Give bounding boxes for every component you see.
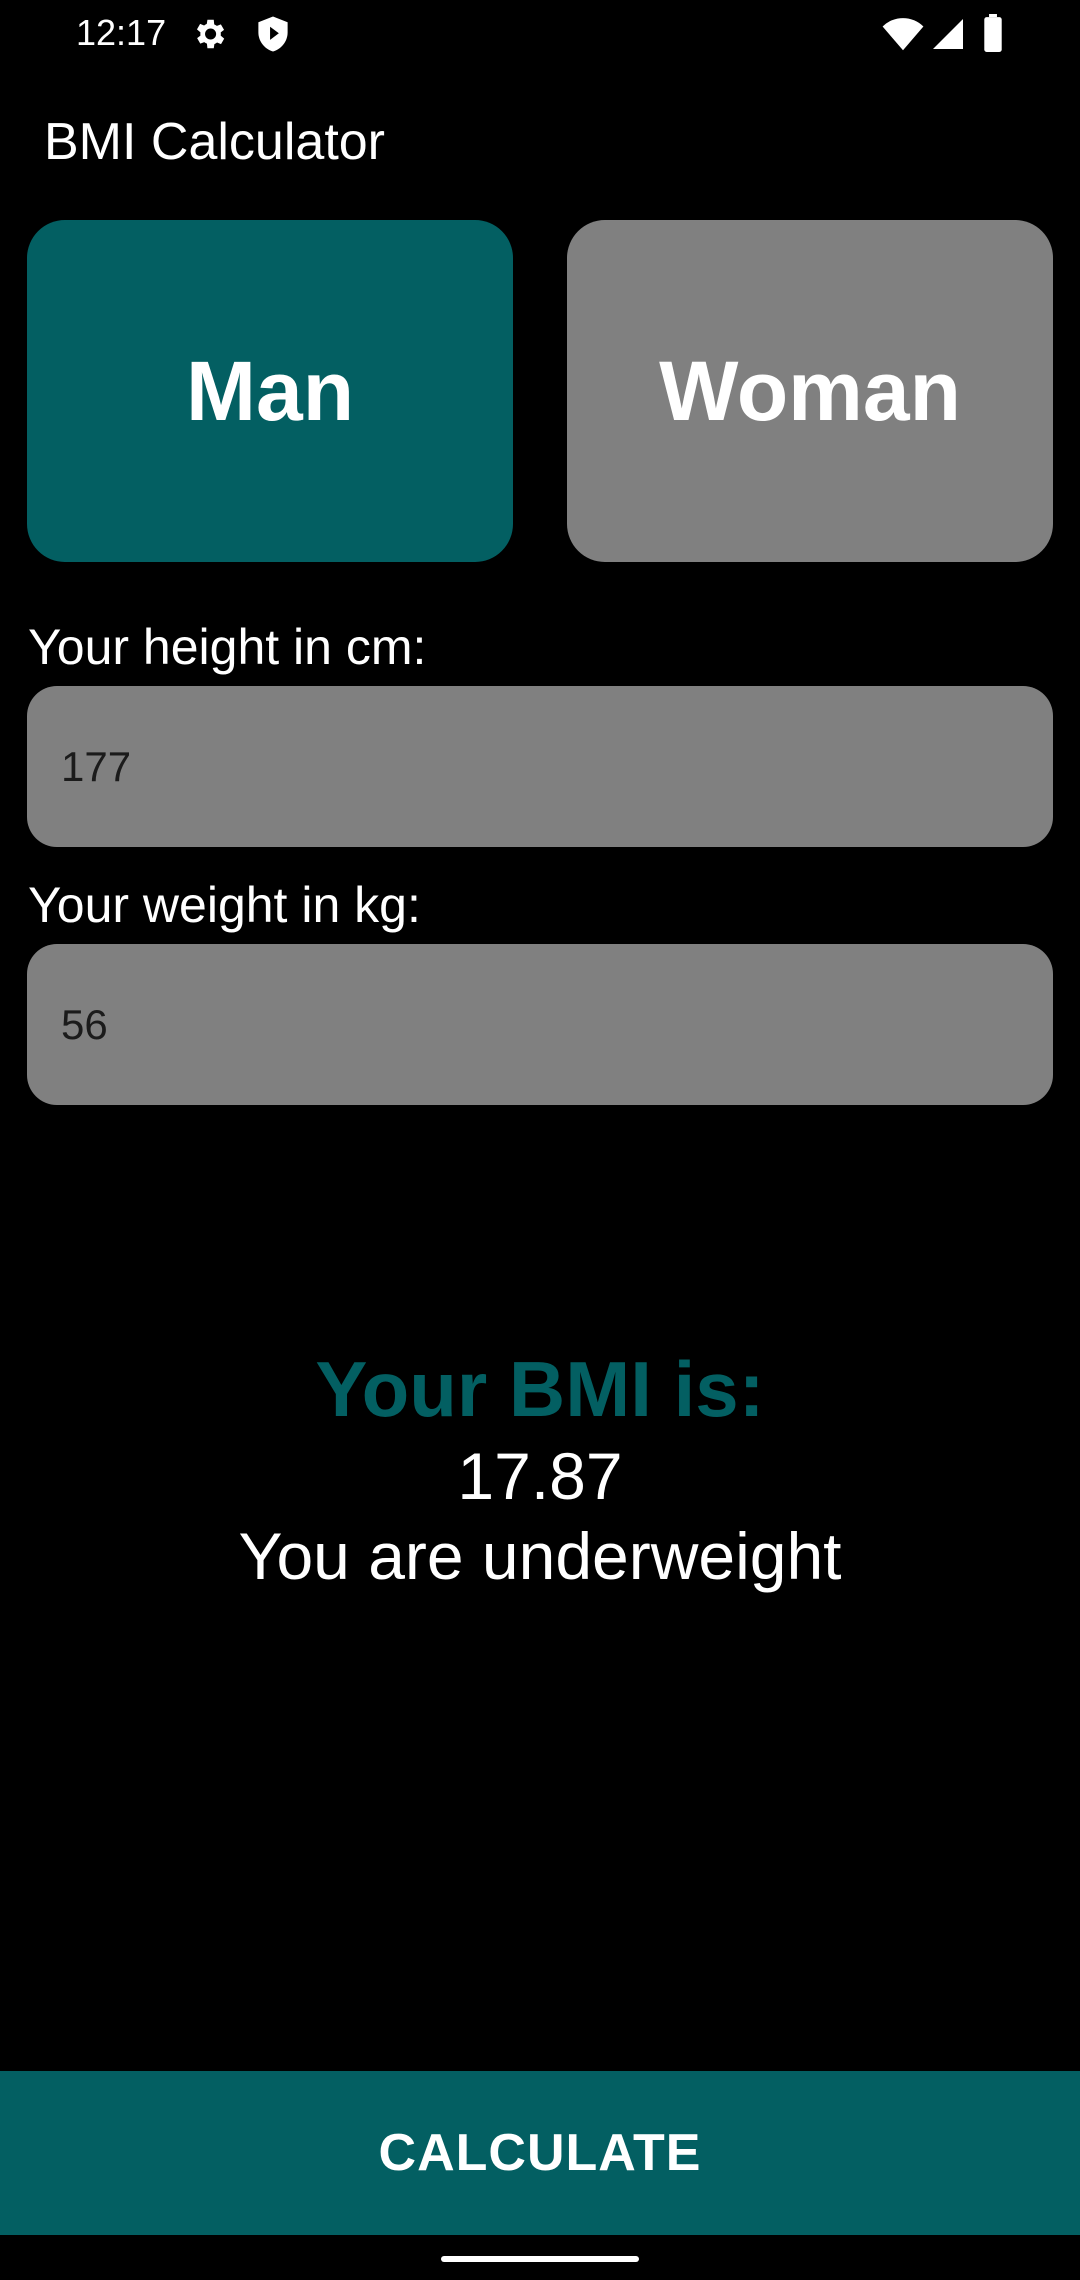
screen: 12:17 BMI Calculator Man Woman Your heig…	[0, 0, 1080, 2280]
height-input[interactable]: 177	[27, 686, 1053, 847]
signal-icon	[933, 19, 963, 49]
height-label: Your height in cm:	[28, 619, 427, 675]
status-bar: 12:17	[0, 0, 1080, 70]
gender-man-label: Man	[186, 343, 354, 438]
status-time: 12:17	[76, 12, 167, 53]
shield-icon	[258, 16, 288, 52]
bmi-result-heading: Your BMI is:	[315, 1345, 765, 1433]
bmi-result-value: 17.87	[457, 1439, 623, 1513]
home-indicator[interactable]	[441, 2256, 639, 2262]
gender-woman-label: Woman	[659, 343, 961, 438]
weight-input[interactable]: 56	[27, 944, 1053, 1105]
battery-icon	[984, 14, 1002, 52]
bmi-result-category: You are underweight	[238, 1519, 842, 1593]
calculate-button[interactable]: CALCULATE	[0, 2071, 1080, 2235]
weight-value: 56	[61, 1000, 108, 1048]
gender-man-button[interactable]: Man	[27, 220, 513, 562]
height-value: 177	[61, 742, 132, 790]
calculate-label: CALCULATE	[378, 2124, 702, 2182]
weight-label: Your weight in kg:	[28, 877, 421, 933]
gear-icon	[196, 19, 225, 49]
app-title: BMI Calculator	[44, 113, 385, 171]
wifi-icon	[882, 18, 924, 51]
gender-woman-button[interactable]: Woman	[567, 220, 1053, 562]
